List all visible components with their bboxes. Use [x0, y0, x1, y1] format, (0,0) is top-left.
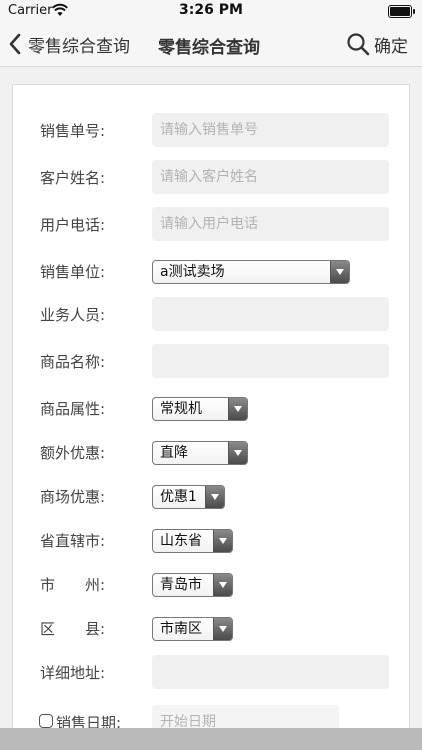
row-product-attr: 商品属性: 常规机 — [13, 391, 411, 425]
query-form: 销售单号: 请输入销售单号 客户姓名: 请输入客户姓名 用户电话: 请输入用户电… — [12, 84, 410, 750]
dropdown-arrow-icon — [228, 398, 247, 420]
sales-no-input[interactable]: 请输入销售单号 — [152, 113, 389, 147]
province-label: 省直辖市: — [40, 532, 106, 550]
confirm-label: 确定 — [374, 36, 408, 57]
status-bar: Carrier 3:26 PM — [0, 0, 422, 22]
back-label: 零售综合查询 — [28, 36, 130, 57]
dropdown-arrow-icon — [213, 574, 232, 596]
sales-unit-select[interactable]: a测试卖场 — [152, 260, 350, 284]
battery-icon — [388, 5, 415, 18]
product-name-label: 商品名称: — [40, 353, 106, 371]
salesperson-input[interactable] — [152, 297, 389, 331]
extra-discount-label: 额外优惠: — [40, 444, 106, 462]
city-value: 青岛市 — [160, 577, 202, 593]
back-button[interactable]: 零售综合查询 — [8, 31, 130, 57]
clock: 3:26 PM — [179, 2, 243, 18]
search-icon — [347, 33, 370, 56]
chevron-left-icon — [9, 33, 21, 55]
mall-discount-select[interactable]: 优惠1 — [152, 485, 225, 509]
row-province: 省直辖市: 山东省 — [13, 523, 411, 557]
user-phone-label: 用户电话: — [40, 216, 106, 234]
mall-discount-label: 商场优惠: — [40, 488, 106, 506]
product-attr-select[interactable]: 常规机 — [152, 397, 248, 421]
dropdown-arrow-icon — [228, 442, 247, 464]
extra-discount-select[interactable]: 直降 — [152, 441, 248, 465]
confirm-search-button[interactable]: 确定 — [346, 30, 408, 58]
sales-unit-label: 销售单位: — [40, 263, 106, 281]
row-mall-discount: 商场优惠: 优惠1 — [13, 479, 411, 513]
product-attr-value: 常规机 — [160, 401, 202, 417]
city-label: 市 州: — [40, 576, 106, 594]
sales-no-label: 销售单号: — [40, 122, 106, 140]
row-salesperson: 业务人员: — [13, 297, 411, 331]
row-sales-no: 销售单号: 请输入销售单号 — [13, 113, 411, 147]
product-name-input[interactable] — [152, 344, 389, 378]
user-phone-input[interactable]: 请输入用户电话 — [152, 207, 389, 241]
row-user-phone: 用户电话: 请输入用户电话 — [13, 207, 411, 241]
row-address: 详细地址: — [13, 655, 411, 689]
salesperson-label: 业务人员: — [40, 306, 106, 324]
row-sales-unit: 销售单位: a测试卖场 — [13, 254, 411, 288]
customer-name-input[interactable]: 请输入客户姓名 — [152, 160, 389, 194]
address-input[interactable] — [152, 655, 389, 689]
county-value: 市南区 — [160, 621, 202, 637]
sales-unit-value: a测试卖场 — [160, 264, 225, 280]
sales-date-checkbox[interactable] — [39, 714, 53, 728]
dropdown-arrow-icon — [213, 618, 232, 640]
county-select[interactable]: 市南区 — [152, 617, 233, 641]
dropdown-arrow-icon — [205, 486, 224, 508]
navigation-bar: 零售综合查询 零售综合查询 确定 — [0, 22, 422, 67]
dropdown-arrow-icon — [330, 261, 349, 283]
province-select[interactable]: 山东省 — [152, 529, 233, 553]
row-customer-name: 客户姓名: 请输入客户姓名 — [13, 160, 411, 194]
customer-name-label: 客户姓名: — [40, 169, 106, 187]
province-value: 山东省 — [160, 533, 202, 549]
row-product-name: 商品名称: — [13, 344, 411, 378]
county-label: 区 县: — [40, 620, 106, 638]
row-city: 市 州: 青岛市 — [13, 567, 411, 601]
dropdown-arrow-icon — [213, 530, 232, 552]
page-title: 零售综合查询 — [158, 38, 260, 58]
product-attr-label: 商品属性: — [40, 400, 106, 418]
row-extra-discount: 额外优惠: 直降 — [13, 435, 411, 469]
bottom-bar — [0, 728, 422, 750]
city-select[interactable]: 青岛市 — [152, 573, 233, 597]
mall-discount-value: 优惠1 — [160, 489, 197, 505]
address-label: 详细地址: — [40, 664, 106, 682]
row-county: 区 县: 市南区 — [13, 611, 411, 645]
extra-discount-value: 直降 — [160, 445, 188, 461]
